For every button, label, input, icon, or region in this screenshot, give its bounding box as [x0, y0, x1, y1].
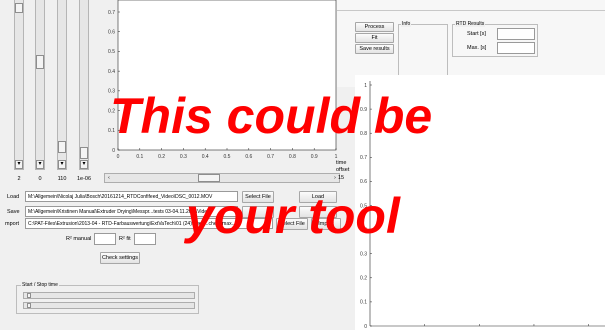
slider-1-value: 2 — [17, 176, 21, 182]
rtd-results-title: RTD Results — [455, 21, 486, 27]
main-x-tick-label: 0.3 — [180, 154, 187, 160]
start-time-slider[interactable] — [23, 292, 195, 299]
check-settings-button[interactable]: Check settings — [100, 252, 140, 264]
offset-value: 15 — [338, 175, 345, 181]
main-axes-xlabel: time — [336, 160, 347, 166]
slider-3-thumb[interactable] — [58, 141, 66, 153]
time-slider-thumb[interactable] — [198, 174, 220, 182]
time-slider-left-arrow[interactable]: ‹ — [105, 174, 113, 182]
main-x-tick-label: 0.6 — [245, 154, 252, 160]
slider-3-down-arrow[interactable]: ▾ — [58, 160, 66, 169]
slider-4-down-arrow[interactable]: ▾ — [80, 160, 88, 169]
main-x-tick-label: 0 — [117, 154, 120, 160]
slider-3[interactable]: ▾ — [57, 0, 67, 170]
slider-4[interactable]: ▾ — [79, 0, 89, 170]
right-y-tick-label: 0 — [364, 324, 367, 330]
process-button[interactable]: Process — [355, 22, 394, 32]
load-label: Load — [7, 194, 20, 200]
save-results-button[interactable]: Save results — [355, 44, 394, 54]
info-panel: Info — [398, 21, 448, 79]
main-x-tick-label: 0.5 — [224, 154, 231, 160]
stop-time-slider-thumb[interactable] — [27, 303, 31, 308]
right-y-tick-label: 0.3 — [360, 252, 367, 258]
fit-button[interactable]: Fit — [355, 33, 394, 43]
slider-2-down-arrow[interactable]: ▾ — [36, 160, 44, 169]
stop-time-slider[interactable] — [23, 302, 195, 309]
info-title: Info — [401, 21, 412, 27]
left-slider-group: ▾ 2 ▾ 0 ▾ 110 ▾ 1e-06 — [0, 0, 100, 185]
main-x-tick-label: 0.9 — [311, 154, 318, 160]
max-field[interactable] — [497, 42, 535, 54]
r2-manual-field[interactable] — [94, 233, 116, 245]
overlay-line-1: This could be — [110, 88, 433, 144]
main-y-tick-label: 0.6 — [108, 30, 115, 36]
start-stop-panel: Start / Stop time — [16, 282, 199, 314]
main-x-tick-label: 0.1 — [136, 154, 143, 160]
slider-4-value: 1e-06 — [76, 176, 92, 182]
right-y-tick-label: 0.2 — [360, 276, 367, 282]
start-time-slider-thumb[interactable] — [27, 293, 31, 298]
main-x-tick-label: 0.8 — [289, 154, 296, 160]
right-y-tick-label: 0.6 — [360, 179, 367, 185]
overlay-line-2: your tool — [186, 188, 400, 244]
slider-3-value: 110 — [57, 176, 67, 182]
save-label: Save — [7, 209, 20, 215]
r2-fit-field[interactable] — [134, 233, 156, 245]
time-slider[interactable]: ‹ › — [104, 173, 340, 183]
right-y-tick-label: 0.7 — [360, 155, 367, 161]
right-control-area: Process Fit Save results Info RTD Result… — [337, 0, 605, 87]
start-label: Start [s] — [467, 31, 486, 37]
main-y-tick-label: 0.7 — [108, 10, 115, 16]
slider-1-thumb[interactable] — [15, 3, 23, 13]
main-x-tick-label: 0.7 — [267, 154, 274, 160]
start-field[interactable] — [497, 28, 535, 40]
rtd-results-panel: RTD Results Start [s] Max. [s] — [452, 21, 538, 57]
slider-4-thumb[interactable] — [80, 147, 88, 159]
slider-2-thumb[interactable] — [36, 55, 44, 69]
main-y-tick-label: 0.5 — [108, 49, 115, 55]
slider-1[interactable]: ▾ — [14, 0, 24, 170]
right-y-tick-label: 0.1 — [360, 300, 367, 306]
main-y-tick-label: 0 — [112, 148, 115, 154]
right-top-divider — [337, 10, 605, 11]
main-y-tick-label: 0.4 — [108, 69, 115, 75]
main-x-tick-label: 0.4 — [202, 154, 209, 160]
offset-label: offset — [336, 167, 350, 173]
r2-manual-label: R² manual — [66, 236, 92, 242]
slider-2[interactable]: ▾ — [35, 0, 45, 170]
main-x-tick-label: 0.2 — [158, 154, 165, 160]
slider-2-value: 0 — [38, 176, 42, 182]
max-label: Max. [s] — [467, 45, 487, 51]
import-label: mport — [5, 221, 20, 227]
start-stop-title: Start / Stop time — [21, 282, 59, 288]
r2-fit-label: R² fit — [119, 236, 131, 242]
slider-1-down-arrow[interactable]: ▾ — [15, 160, 23, 169]
